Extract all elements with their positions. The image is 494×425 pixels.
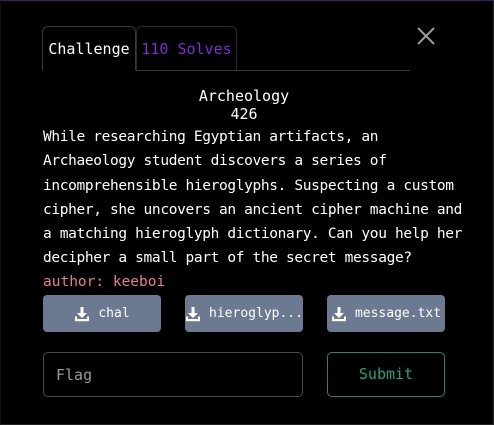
challenge-description: While researching Egyptian artifacts, an… xyxy=(43,129,462,267)
file-label: message.txt xyxy=(354,306,442,321)
tab-bar: Challenge 110 Solves xyxy=(42,26,410,71)
challenge-name: Archeology xyxy=(198,87,290,105)
close-icon[interactable] xyxy=(415,25,437,47)
file-download-message[interactable]: message.txt xyxy=(327,295,445,332)
tab-solves[interactable]: 110 Solves xyxy=(136,26,237,70)
challenge-value: 426 xyxy=(230,105,258,123)
file-label: hieroglyp... xyxy=(209,306,303,321)
submit-button[interactable]: Submit xyxy=(327,352,445,397)
download-icon xyxy=(185,306,201,322)
file-label: chal xyxy=(98,306,130,321)
file-download-chal[interactable]: chal xyxy=(43,295,161,332)
challenge-modal: Challenge 110 Solves Archeology 426 Whil… xyxy=(0,0,494,425)
flag-input[interactable] xyxy=(43,352,303,397)
file-download-hieroglyph[interactable]: hieroglyp... xyxy=(185,295,303,332)
tab-challenge[interactable]: Challenge xyxy=(42,26,136,71)
download-icon xyxy=(74,306,90,322)
challenge-author: author: keeboi xyxy=(43,274,166,290)
download-icon xyxy=(331,306,347,322)
